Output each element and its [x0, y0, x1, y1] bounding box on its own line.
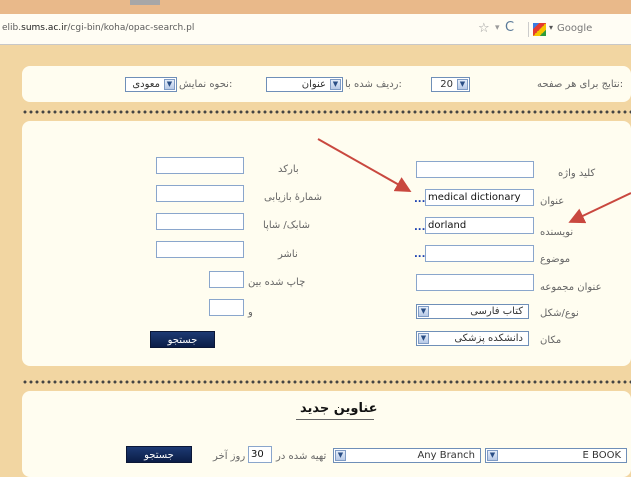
acquired-in-label: تهیه شده در: [276, 451, 327, 462]
arrow-to-title-field: [317, 138, 412, 192]
new-titles-branch-select[interactable]: ▼ Any Branch: [333, 448, 481, 463]
new-titles-type-value: E BOOK: [582, 450, 621, 461]
new-titles-branch-value: Any Branch: [417, 450, 475, 461]
new-titles-type-select[interactable]: ▼ E BOOK: [485, 448, 627, 463]
chevron-down-icon: ▼: [335, 450, 346, 461]
heading-underline: [296, 419, 374, 420]
new-titles-heading: عناوین جدید: [300, 401, 378, 416]
last-days-label: روز آخر: [213, 451, 246, 462]
days-input[interactable]: 30: [248, 446, 272, 463]
arrow-to-author-field: [568, 192, 631, 224]
chevron-down-icon: ▼: [487, 450, 498, 461]
new-titles-search-button[interactable]: جستجو: [126, 446, 192, 463]
